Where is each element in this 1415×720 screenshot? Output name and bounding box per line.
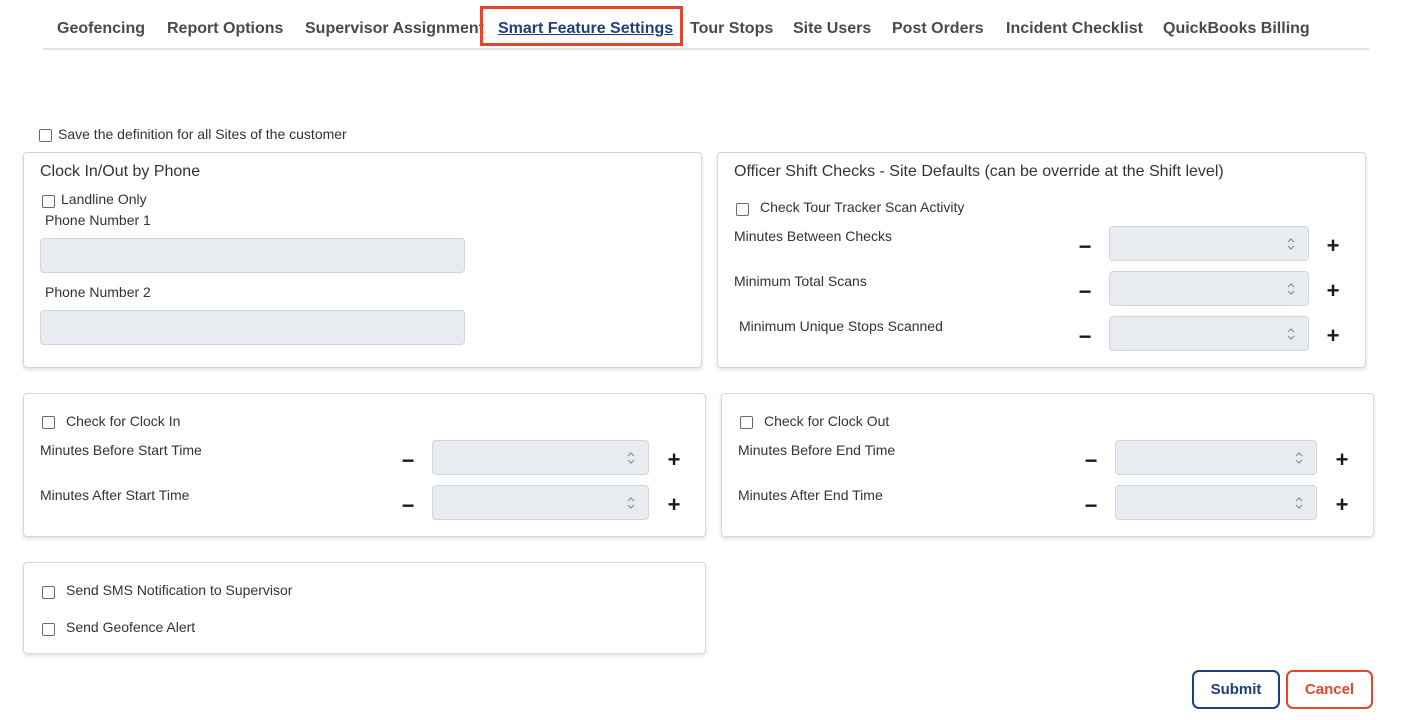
officer-checks-panel: Officer Shift Checks - Site Defaults (ca… <box>717 152 1366 368</box>
submit-button[interactable]: Submit <box>1192 670 1280 709</box>
save-all-sites-checkbox[interactable] <box>39 129 52 142</box>
minutes-between-minus-button[interactable]: − <box>1077 236 1093 258</box>
tab-report-options[interactable]: Report Options <box>167 8 283 48</box>
tab-quickbooks-billing[interactable]: QuickBooks Billing <box>1163 8 1310 48</box>
min-total-scans-input[interactable] <box>1109 271 1309 306</box>
phone2-label: Phone Number 2 <box>45 284 151 300</box>
minutes-after-start-label: Minutes After Start Time <box>40 487 190 503</box>
minutes-between-input[interactable] <box>1109 226 1309 261</box>
tab-post-orders[interactable]: Post Orders <box>892 8 984 48</box>
save-all-sites-label: Save the definition for all Sites of the… <box>58 126 347 142</box>
tab-tour-stops[interactable]: Tour Stops <box>690 8 773 48</box>
clock-in-checkbox[interactable] <box>42 416 55 429</box>
min-unique-stops-plus-button[interactable]: + <box>1325 325 1341 347</box>
tab-geofencing[interactable]: Geofencing <box>57 8 145 48</box>
updown-chevron-icon <box>626 449 636 467</box>
minutes-before-start-minus-button[interactable]: − <box>400 450 416 472</box>
minutes-between-label: Minutes Between Checks <box>734 228 892 244</box>
clock-out-checkbox[interactable] <box>740 416 753 429</box>
landline-only-label: Landline Only <box>61 191 147 207</box>
sms-notification-checkbox[interactable] <box>42 586 55 599</box>
clock-in-label: Check for Clock In <box>66 413 181 429</box>
tab-smart-feature-settings[interactable]: Smart Feature Settings <box>498 8 673 48</box>
tab-bar: Geofencing Report Options Supervisor Ass… <box>43 6 1369 50</box>
min-unique-stops-input[interactable] <box>1109 316 1309 351</box>
tab-supervisor-assignment[interactable]: Supervisor Assignment <box>305 8 484 48</box>
tour-tracker-label: Check Tour Tracker Scan Activity <box>760 199 965 215</box>
phone2-input[interactable] <box>40 310 465 345</box>
phone1-label: Phone Number 1 <box>45 212 151 228</box>
min-total-scans-minus-button[interactable]: − <box>1077 281 1093 303</box>
minutes-before-end-minus-button[interactable]: − <box>1083 450 1099 472</box>
minutes-after-end-minus-button[interactable]: − <box>1083 495 1099 517</box>
min-total-scans-label: Minimum Total Scans <box>734 273 867 289</box>
tour-tracker-checkbox[interactable] <box>736 203 749 216</box>
tab-site-users[interactable]: Site Users <box>793 8 871 48</box>
updown-chevron-icon <box>1286 280 1296 298</box>
minutes-before-end-input[interactable] <box>1115 440 1317 475</box>
clock-phone-title: Clock In/Out by Phone <box>40 163 201 180</box>
notifications-panel: Send SMS Notification to Supervisor Send… <box>23 562 706 654</box>
clock-out-label: Check for Clock Out <box>764 413 890 429</box>
geofence-alert-label: Send Geofence Alert <box>66 619 196 635</box>
min-unique-stops-label: Minimum Unique Stops Scanned <box>739 318 943 334</box>
minutes-after-start-input[interactable] <box>432 485 649 520</box>
clock-in-panel: Check for Clock In Minutes Before Start … <box>23 393 706 537</box>
minutes-after-end-input[interactable] <box>1115 485 1317 520</box>
phone1-input[interactable] <box>40 238 465 273</box>
minutes-before-start-plus-button[interactable]: + <box>666 449 682 471</box>
updown-chevron-icon <box>1286 325 1296 343</box>
minutes-before-start-label: Minutes Before Start Time <box>40 442 202 458</box>
officer-checks-title: Officer Shift Checks - Site Defaults (ca… <box>734 163 1224 180</box>
cancel-button[interactable]: Cancel <box>1286 670 1373 709</box>
minutes-after-start-plus-button[interactable]: + <box>666 494 682 516</box>
tab-incident-checklist[interactable]: Incident Checklist <box>1006 8 1143 48</box>
updown-chevron-icon <box>1286 235 1296 253</box>
sms-notification-label: Send SMS Notification to Supervisor <box>66 582 293 598</box>
minutes-after-start-minus-button[interactable]: − <box>400 495 416 517</box>
updown-chevron-icon <box>1294 449 1304 467</box>
minutes-before-end-plus-button[interactable]: + <box>1334 449 1350 471</box>
minutes-before-start-input[interactable] <box>432 440 649 475</box>
updown-chevron-icon <box>1294 494 1304 512</box>
clock-out-panel: Check for Clock Out Minutes Before End T… <box>721 393 1374 537</box>
minutes-between-plus-button[interactable]: + <box>1325 235 1341 257</box>
minutes-after-end-label: Minutes After End Time <box>738 487 883 503</box>
clock-phone-panel: Clock In/Out by Phone Landline Only Phon… <box>23 152 702 368</box>
min-total-scans-plus-button[interactable]: + <box>1325 280 1341 302</box>
geofence-alert-checkbox[interactable] <box>42 623 55 636</box>
updown-chevron-icon <box>626 494 636 512</box>
minutes-before-end-label: Minutes Before End Time <box>738 442 896 458</box>
landline-only-checkbox[interactable] <box>42 195 55 208</box>
min-unique-stops-minus-button[interactable]: − <box>1077 326 1093 348</box>
minutes-after-end-plus-button[interactable]: + <box>1334 494 1350 516</box>
